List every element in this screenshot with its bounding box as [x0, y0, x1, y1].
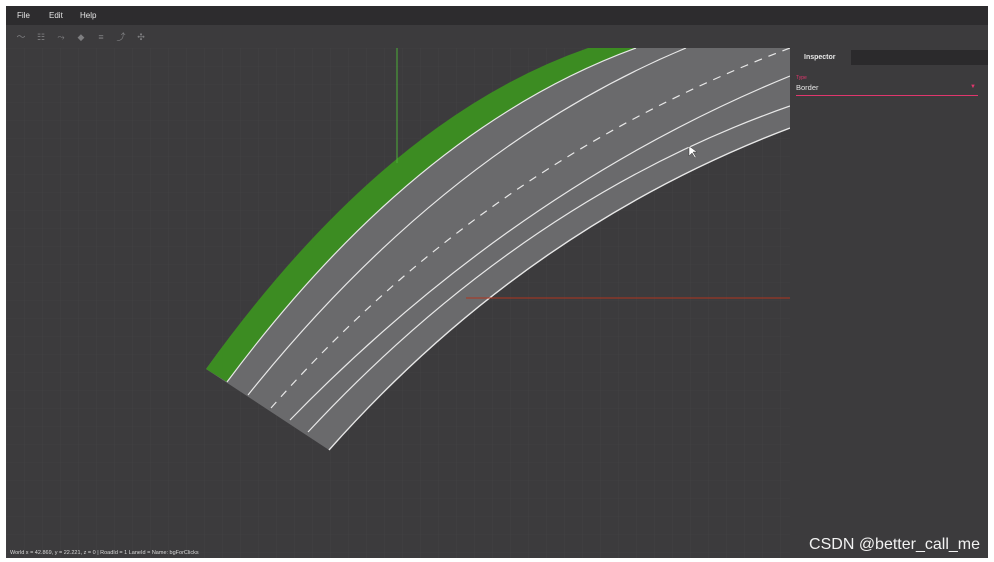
tab-bar-fill — [851, 50, 988, 65]
type-select[interactable]: Border — [796, 83, 819, 92]
type-field-label: Type — [796, 75, 807, 81]
inspector-panel: Inspector Type Border ▼ — [790, 48, 988, 548]
menu-help[interactable]: Help — [80, 6, 96, 25]
app-window: File Edit Help 〜 ☷ ⤳ ◆ ≡ ⤴ ✣ Inspector T… — [6, 6, 988, 558]
field-underline — [796, 95, 978, 96]
curve-icon[interactable]: ⤴ — [114, 30, 128, 44]
lanes-icon[interactable]: ≡ — [94, 30, 108, 44]
menu-bar: File Edit Help — [6, 6, 988, 25]
chevron-down-icon[interactable]: ▼ — [970, 84, 976, 90]
tab-inspector[interactable]: Inspector — [796, 50, 844, 65]
menu-edit[interactable]: Edit — [49, 6, 63, 25]
polyline-icon[interactable]: 〜 — [14, 30, 28, 44]
status-bar: World x = 42.869, y = 22.221, z = 0 | Ro… — [10, 550, 199, 556]
menu-file[interactable]: File — [17, 6, 30, 25]
junction-icon[interactable]: ✣ — [134, 30, 148, 44]
route-icon[interactable]: ⤳ — [54, 30, 68, 44]
scene-viewport[interactable] — [6, 48, 790, 558]
list-icon[interactable]: ☷ — [34, 30, 48, 44]
layers-icon[interactable]: ◆ — [74, 30, 88, 44]
watermark: CSDN @better_call_me — [809, 536, 980, 553]
